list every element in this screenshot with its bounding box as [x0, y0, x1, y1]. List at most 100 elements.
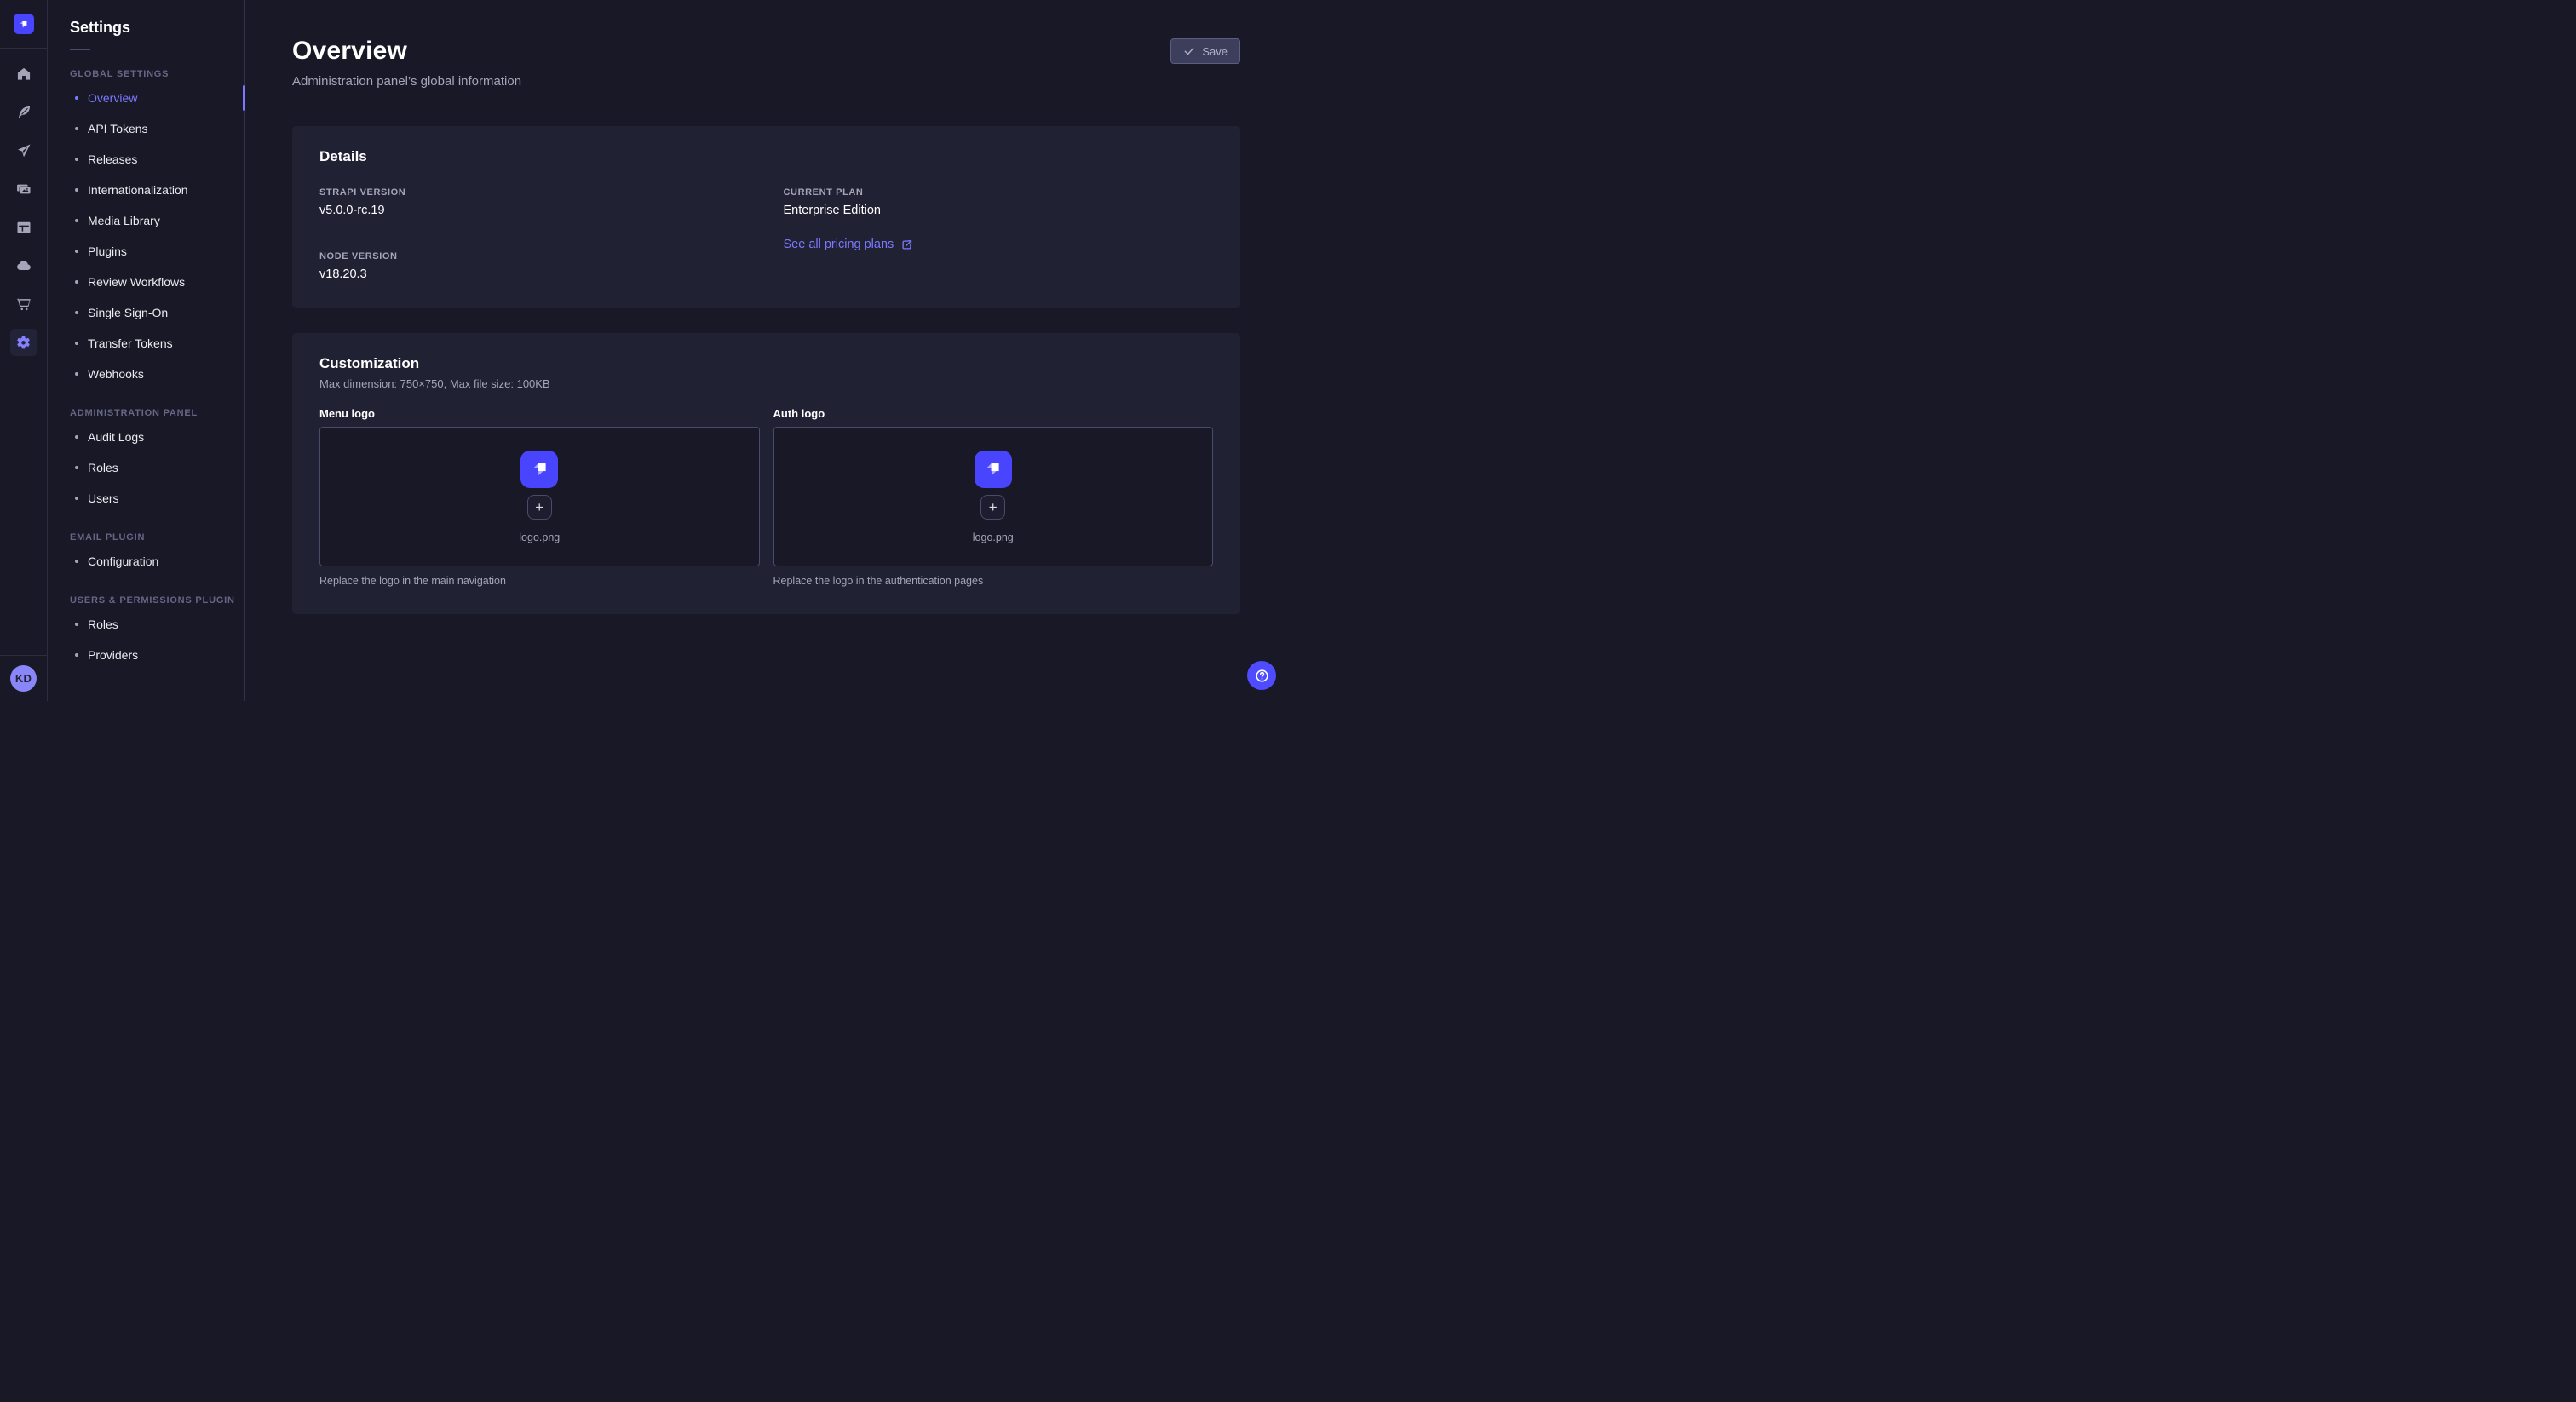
menu-logo-hint: Replace the logo in the main navigation	[319, 575, 760, 587]
marketplace-icon[interactable]	[10, 290, 37, 318]
bullet-icon	[75, 497, 78, 500]
nav-item-label: Webhooks	[88, 367, 144, 381]
nav-item-up-providers[interactable]: Providers	[48, 640, 244, 670]
bullet-icon	[75, 280, 78, 284]
nav-item-admin-users[interactable]: Users	[48, 483, 244, 514]
rail-user-area: KD	[0, 655, 47, 701]
external-link-icon	[900, 238, 913, 251]
question-mark-icon	[1254, 668, 1270, 684]
bullet-icon	[75, 219, 78, 222]
save-button-label: Save	[1202, 45, 1228, 58]
bullet-icon	[75, 311, 78, 314]
nav-item-admin-roles[interactable]: Roles	[48, 452, 244, 483]
nav-item-media-library[interactable]: Media Library	[48, 205, 244, 236]
logo-upload-row: Menu logo + logo.png Replace the logo	[319, 407, 1213, 587]
nav-item-email-configuration[interactable]: Configuration	[48, 546, 244, 577]
releases-icon[interactable]	[10, 137, 37, 164]
nav-item-label: Plugins	[88, 244, 127, 258]
bullet-icon	[75, 653, 78, 657]
field-value: Enterprise Edition	[784, 204, 1214, 217]
page-subtitle: Administration panel’s global informatio…	[292, 74, 521, 89]
details-card: Details STRAPI VERSION v5.0.0-rc.19 NODE…	[292, 126, 1240, 308]
menu-logo-dropzone[interactable]: + logo.png	[319, 427, 760, 566]
auth-logo-file-name: logo.png	[973, 531, 1014, 543]
nav-item-label: Review Workflows	[88, 275, 185, 289]
customization-card-subtitle: Max dimension: 750×750, Max file size: 1…	[319, 377, 1213, 390]
home-icon[interactable]	[10, 60, 37, 88]
help-button[interactable]	[1247, 661, 1276, 690]
pricing-plans-link[interactable]: See all pricing plans	[784, 238, 914, 251]
nav-item-webhooks[interactable]: Webhooks	[48, 359, 244, 389]
bullet-icon	[75, 372, 78, 376]
bullet-icon	[75, 466, 78, 469]
nav-item-transfer-tokens[interactable]: Transfer Tokens	[48, 328, 244, 359]
deploy-cloud-icon[interactable]	[10, 252, 37, 279]
content-type-builder-icon[interactable]	[10, 99, 37, 126]
nav-section-label: GLOBAL SETTINGS	[48, 69, 244, 79]
page-header: Overview Administration panel’s global i…	[292, 37, 1240, 89]
bullet-icon	[75, 188, 78, 192]
content-manager-icon[interactable]	[10, 214, 37, 241]
auth-logo-add-button[interactable]: +	[980, 495, 1005, 520]
auth-logo-preview	[975, 451, 1012, 488]
details-card-title: Details	[319, 148, 1213, 165]
user-avatar[interactable]: KD	[10, 665, 37, 692]
nav-item-single-sign-on[interactable]: Single Sign-On	[48, 297, 244, 328]
main-content: Overview Administration panel’s global i…	[245, 0, 1288, 701]
media-library-icon[interactable]	[10, 175, 37, 203]
menu-logo-file-name: logo.png	[519, 531, 560, 543]
save-button[interactable]: Save	[1170, 38, 1240, 64]
check-icon	[1183, 45, 1195, 57]
nav-item-label: Audit Logs	[88, 430, 144, 444]
nav-item-label: Single Sign-On	[88, 306, 168, 319]
bullet-icon	[75, 158, 78, 161]
strapi-glyph	[526, 456, 553, 482]
settings-subnav: Settings GLOBAL SETTINGS Overview API To…	[48, 0, 245, 701]
node-version-field: NODE VERSION v18.20.3	[319, 251, 750, 281]
nav-item-label: Users	[88, 491, 119, 505]
workspace-logo-area	[0, 0, 47, 49]
nav-item-review-workflows[interactable]: Review Workflows	[48, 267, 244, 297]
menu-logo-label: Menu logo	[319, 407, 760, 420]
details-grid: STRAPI VERSION v5.0.0-rc.19 NODE VERSION…	[319, 187, 1213, 281]
page-title: Overview	[292, 37, 521, 66]
plus-icon: +	[989, 500, 998, 514]
nav-item-label: Providers	[88, 648, 138, 662]
nav-item-releases[interactable]: Releases	[48, 144, 244, 175]
nav-section-label: USERS & PERMISSIONS PLUGIN	[48, 595, 244, 606]
settings-gear-icon[interactable]	[10, 329, 37, 356]
nav-item-audit-logs[interactable]: Audit Logs	[48, 422, 244, 452]
field-label: STRAPI VERSION	[319, 187, 750, 198]
menu-logo-add-button[interactable]: +	[527, 495, 552, 520]
nav-item-label: Internationalization	[88, 183, 188, 197]
auth-logo-section: Auth logo + logo.png Replace the logo	[773, 407, 1214, 587]
customization-card-title: Customization	[319, 355, 1213, 372]
nav-item-internationalization[interactable]: Internationalization	[48, 175, 244, 205]
nav-item-label: Roles	[88, 461, 118, 474]
strapi-version-field: STRAPI VERSION v5.0.0-rc.19	[319, 187, 750, 217]
strapi-logo-icon[interactable]	[14, 14, 34, 34]
nav-section-administration-panel: ADMINISTRATION PANEL Audit Logs Roles Us…	[48, 408, 244, 514]
rail-icon-list	[10, 60, 37, 655]
nav-item-api-tokens[interactable]: API Tokens	[48, 113, 244, 144]
nav-item-up-roles[interactable]: Roles	[48, 609, 244, 640]
nav-item-overview[interactable]: Overview	[48, 83, 244, 113]
field-value: v18.20.3	[319, 267, 750, 281]
field-label: NODE VERSION	[319, 251, 750, 261]
pricing-plans-link-label: See all pricing plans	[784, 238, 894, 251]
auth-logo-dropzone[interactable]: + logo.png	[773, 427, 1214, 566]
menu-logo-preview	[520, 451, 558, 488]
bullet-icon	[75, 342, 78, 345]
nav-item-label: Overview	[88, 91, 137, 105]
nav-item-label: Transfer Tokens	[88, 336, 173, 350]
nav-section-label: ADMINISTRATION PANEL	[48, 408, 244, 418]
page-title-block: Overview Administration panel’s global i…	[292, 37, 521, 89]
nav-item-label: Releases	[88, 152, 137, 166]
nav-item-plugins[interactable]: Plugins	[48, 236, 244, 267]
bullet-icon	[75, 623, 78, 626]
bullet-icon	[75, 250, 78, 253]
menu-logo-section: Menu logo + logo.png Replace the logo	[319, 407, 760, 587]
nav-item-label: Configuration	[88, 554, 158, 568]
auth-logo-hint: Replace the logo in the authentication p…	[773, 575, 1214, 587]
plus-icon: +	[535, 500, 543, 514]
